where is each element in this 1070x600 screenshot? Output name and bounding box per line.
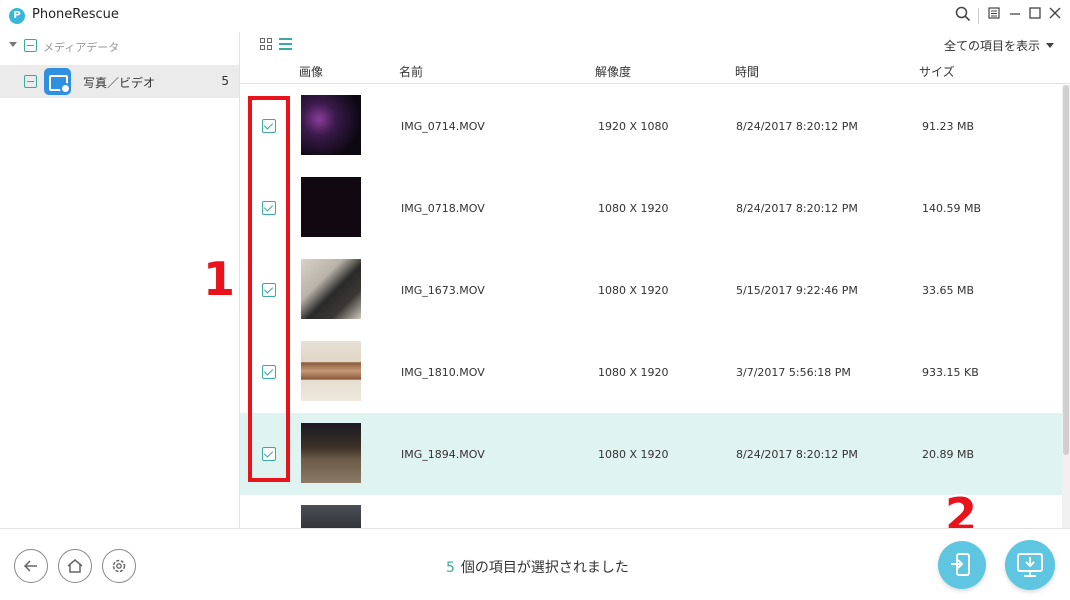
row-time: 3/7/2017 5:56:18 PM: [736, 366, 851, 379]
back-arrow-icon[interactable]: [14, 549, 48, 583]
column-header-image[interactable]: 画像: [299, 63, 323, 80]
titlebar-separator: [978, 8, 979, 24]
photo-video-icon: [44, 68, 71, 95]
row-resolution: 1080 X 1920: [598, 284, 669, 297]
video-thumbnail[interactable]: [301, 423, 361, 483]
main-panel: 全ての項目を表示 画像 名前 解像度 時間 サイズ IMG_0714.MOV 1…: [240, 32, 1070, 528]
app-title: PhoneRescue: [32, 7, 119, 22]
sidebar-item-photo-video[interactable]: 写真／ビデオ 5: [0, 65, 239, 98]
to-computer-icon: [1017, 553, 1043, 577]
video-thumbnail[interactable]: [301, 177, 361, 237]
tree-root-media-data[interactable]: メディアデータ: [0, 32, 239, 60]
row-size: 91.23 MB: [922, 120, 975, 133]
table-row-selected[interactable]: IMG_1894.MOV 1080 X 1920 8/24/2017 8:20:…: [240, 413, 1062, 495]
minimize-icon[interactable]: [1006, 6, 1024, 24]
row-time: 5/15/2017 9:22:46 PM: [736, 284, 858, 297]
row-size: 20.89 MB: [922, 448, 975, 461]
search-icon[interactable]: [954, 6, 972, 24]
app-logo: P: [9, 8, 25, 24]
view-toolbar: 全ての項目を表示: [240, 32, 1070, 56]
table-row[interactable]: IMG_1673.MOV 1080 X 1920 5/15/2017 9:22:…: [240, 249, 1062, 331]
sidebar-item-label: 写真／ビデオ: [83, 76, 156, 90]
vertical-scrollbar[interactable]: [1062, 85, 1070, 528]
video-thumbnail[interactable]: [301, 341, 361, 401]
footer-bar: 5 個の項目が選択されました: [0, 528, 1070, 600]
to-device-icon: [951, 553, 970, 576]
row-resolution: 1080 X 1920: [598, 202, 669, 215]
gear-icon[interactable]: [102, 549, 136, 583]
filter-label: 全ての項目を表示: [943, 39, 1040, 53]
row-resolution: 1920 X 1080: [598, 120, 669, 133]
grid-view-icon[interactable]: [260, 38, 272, 50]
annotation-number-1: 1: [203, 252, 236, 306]
row-name: IMG_0718.MOV: [401, 202, 485, 215]
row-resolution: 1080 X 1920: [598, 448, 669, 461]
table-header: 画像 名前 解像度 時間 サイズ: [240, 56, 1070, 84]
video-thumbnail[interactable]: [301, 95, 361, 155]
sidebar-item-checkbox[interactable]: [24, 75, 37, 88]
row-size: 933.15 KB: [922, 366, 979, 379]
video-thumbnail[interactable]: [301, 259, 361, 319]
table-row[interactable]: IMG_1810.MOV 1080 X 1920 3/7/2017 5:56:1…: [240, 331, 1062, 413]
row-name: IMG_1673.MOV: [401, 284, 485, 297]
maximize-icon[interactable]: [1026, 6, 1044, 24]
selected-count: 5: [446, 560, 455, 576]
row-name: IMG_1894.MOV: [401, 448, 485, 461]
home-icon[interactable]: [58, 549, 92, 583]
row-time: 8/24/2017 8:20:12 PM: [736, 448, 858, 461]
selection-status-text: 個の項目が選択されました: [460, 560, 629, 576]
row-time: 8/24/2017 8:20:12 PM: [736, 120, 858, 133]
chevron-down-icon: [1046, 43, 1054, 48]
row-name: IMG_1810.MOV: [401, 366, 485, 379]
row-name: IMG_0714.MOV: [401, 120, 485, 133]
filter-dropdown[interactable]: 全ての項目を表示: [944, 37, 1054, 54]
file-table-body: IMG_0714.MOV 1920 X 1080 8/24/2017 8:20:…: [240, 85, 1062, 528]
close-icon[interactable]: [1046, 6, 1064, 24]
list-view-icon[interactable]: [279, 38, 292, 50]
caret-down-icon[interactable]: [9, 42, 17, 47]
tree-root-checkbox[interactable]: [24, 39, 37, 52]
title-bar: P PhoneRescue: [0, 0, 1070, 32]
row-size: 140.59 MB: [922, 202, 982, 215]
column-header-time[interactable]: 時間: [735, 63, 759, 80]
column-header-name[interactable]: 名前: [399, 63, 423, 80]
row-time: 8/24/2017 8:20:12 PM: [736, 202, 858, 215]
row-resolution: 1080 X 1920: [598, 366, 669, 379]
scrollbar-thumb[interactable]: [1063, 85, 1069, 455]
recover-to-device-button[interactable]: [938, 541, 986, 589]
selection-status: 5 個の項目が選択されました: [446, 557, 629, 577]
row-size: 33.65 MB: [922, 284, 975, 297]
video-thumbnail-partial[interactable]: [301, 505, 361, 528]
table-row[interactable]: IMG_0714.MOV 1920 X 1080 8/24/2017 8:20:…: [240, 85, 1062, 167]
menu-icon[interactable]: [985, 6, 1003, 24]
recover-to-computer-button[interactable]: [1005, 540, 1055, 590]
annotation-box-checkboxes: [248, 96, 290, 482]
tree-root-label: メディアデータ: [43, 41, 120, 54]
column-header-size[interactable]: サイズ: [919, 63, 955, 80]
table-row[interactable]: IMG_0718.MOV 1080 X 1920 8/24/2017 8:20:…: [240, 167, 1062, 249]
sidebar-item-count: 5: [221, 74, 229, 88]
column-header-resolution[interactable]: 解像度: [595, 63, 631, 80]
